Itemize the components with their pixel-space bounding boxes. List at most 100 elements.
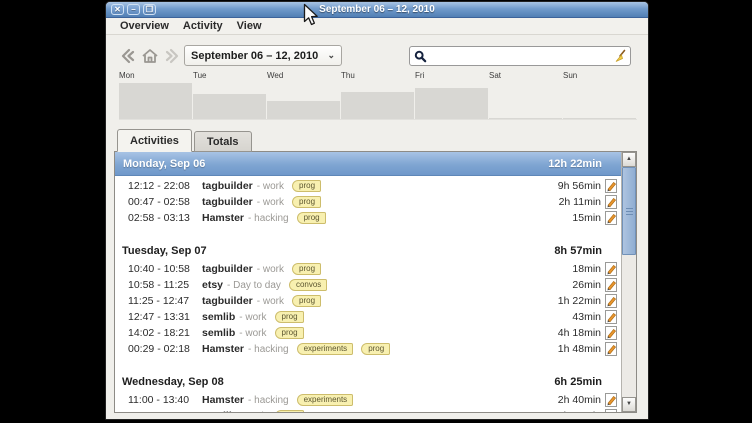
day-section: Tuesday, Sep 078h 57min10:40 - 10:58tagb… [115,237,621,357]
entry-time-range: 12:47 - 13:31 [128,311,202,323]
entry-duration: 18min [572,263,601,275]
tag-badge: prog [275,410,304,412]
menu-activity[interactable]: Activity [176,20,230,32]
entry-activity-name: tagbuilder [202,180,253,192]
chart-day-bar [563,118,636,119]
activity-list: Monday, Sep 0612h 22min12:12 - 22:08tagb… [115,152,621,412]
clear-search-icon[interactable] [613,49,626,63]
menu-overview[interactable]: Overview [113,20,176,32]
chart-day-bar [119,83,192,119]
home-icon[interactable] [141,47,159,65]
minimize-icon[interactable]: – [127,4,140,15]
chart-bar-area [193,83,267,120]
entry-category: - Day to day [227,280,281,291]
activity-row[interactable]: 11:00 - 13:40Hamster- hackingexperiments… [115,392,621,408]
chart-day-label: Mon [119,70,193,83]
toolbar: September 06 – 12, 2010 ⌄ [106,36,648,72]
entry-activity-name: etsy [202,279,223,291]
chevron-down-icon: ⌄ [327,50,335,61]
chart-bar-area [119,83,193,120]
activity-row[interactable]: 10:58 - 11:25etsy- Day to dayconvos26min [115,277,621,293]
chart-day-bar [193,94,266,119]
tag-badge: prog [292,196,321,208]
day-header[interactable]: Monday, Sep 0612h 22min [115,152,621,176]
close-icon[interactable]: ✕ [111,4,124,15]
titlebar[interactable]: September 06 – 12, 2010 ✕ – ❐ [106,2,648,18]
scrollbar[interactable]: ▲ ▼ [621,152,636,412]
activity-row[interactable]: 15:10 - 18:24semlib- workprog3h 13min [115,408,621,412]
scrollbar-thumb[interactable] [622,167,636,255]
edit-icon[interactable] [604,393,618,407]
activity-list-frame: Monday, Sep 0612h 22min12:12 - 22:08tagb… [114,151,637,413]
chart-day-column[interactable]: Tue [193,70,267,120]
back-icon[interactable] [119,47,137,65]
edit-icon[interactable] [604,326,618,340]
search-box [409,46,631,66]
entry-category: - work [239,328,266,339]
entry-activity-name: tagbuilder [202,196,253,208]
chart-day-column[interactable]: Mon [119,70,193,120]
tag-badge: experiments [297,394,354,406]
edit-icon[interactable] [604,262,618,276]
hamster-time-tracker-window: September 06 – 12, 2010 ✕ – ❐ Overview A… [105,1,649,420]
entry-category: - hacking [248,344,289,355]
chart-day-column[interactable]: Sat [489,70,563,120]
menu-view[interactable]: View [230,20,269,32]
entry-activity-name: tagbuilder [202,263,253,275]
search-icon [414,50,427,63]
search-input[interactable] [427,49,613,63]
tag-badge: prog [292,180,321,192]
day-total: 6h 25min [554,376,602,388]
edit-icon[interactable] [604,294,618,308]
entry-time-range: 14:02 - 18:21 [128,327,202,339]
activity-row[interactable]: 11:25 - 12:47tagbuilder- workprog1h 22mi… [115,293,621,309]
entry-time-range: 12:12 - 22:08 [128,180,202,192]
forward-icon[interactable] [163,47,181,65]
edit-icon[interactable] [604,195,618,209]
edit-icon[interactable] [604,310,618,324]
entry-category: - work [257,181,284,192]
tab-activities[interactable]: Activities [117,129,192,152]
chart-day-column[interactable]: Sun [563,70,637,120]
chart-day-bar [415,88,488,119]
date-range-dropdown[interactable]: September 06 – 12, 2010 ⌄ [184,45,342,66]
tag-badge: experiments [297,343,354,355]
maximize-icon[interactable]: ❐ [143,4,156,15]
edit-icon[interactable] [604,179,618,193]
activity-row[interactable]: 02:58 - 03:13Hamster- hackingprog15min [115,210,621,226]
entry-duration: 4h 18min [558,327,601,339]
chart-day-column[interactable]: Thu [341,70,415,120]
activity-row[interactable]: 14:02 - 18:21semlib- workprog4h 18min [115,325,621,341]
scrollbar-track[interactable] [622,167,636,397]
day-header[interactable]: Wednesday, Sep 086h 25min [115,368,621,390]
activity-row[interactable]: 00:47 - 02:58tagbuilder- workprog2h 11mi… [115,194,621,210]
tag-badge: prog [292,295,321,307]
entry-duration: 15min [572,212,601,224]
tab-totals[interactable]: Totals [194,131,252,152]
entry-time-range: 02:58 - 03:13 [128,212,202,224]
entry-activity-name: semlib [202,327,235,339]
tag-badge: prog [292,263,321,275]
scroll-down-icon[interactable]: ▼ [622,397,636,412]
edit-icon[interactable] [604,211,618,225]
activity-row[interactable]: 10:40 - 10:58tagbuilder- workprog18min [115,261,621,277]
scroll-up-icon[interactable]: ▲ [622,152,636,167]
activity-row[interactable]: 12:47 - 13:31semlib- workprog43min [115,309,621,325]
edit-icon[interactable] [604,278,618,292]
activity-row[interactable]: 00:29 - 02:18Hamster- hackingexperiments… [115,341,621,357]
chart-day-column[interactable]: Wed [267,70,341,120]
entry-duration: 1h 48min [558,343,601,355]
day-section: Monday, Sep 0612h 22min 12:12 - 22:08tagb… [115,152,621,226]
edit-icon[interactable] [604,409,618,412]
edit-icon[interactable] [604,342,618,356]
day-entries: 12:12 - 22:08tagbuilder- workprog9h 56mi… [115,176,621,226]
activity-row[interactable]: 12:12 - 22:08tagbuilder- workprog9h 56mi… [115,178,621,194]
entry-time-range: 11:25 - 12:47 [128,295,202,307]
tag-badge: convos [289,279,327,291]
day-entries: 10:40 - 10:58tagbuilder- workprog18min10… [115,259,621,357]
desktop-background: September 06 – 12, 2010 ✕ – ❐ Overview A… [0,0,752,423]
mouse-cursor [303,3,320,28]
chart-day-column[interactable]: Fri [415,70,489,120]
week-chart[interactable]: MonTueWedThuFriSatSun [119,70,637,120]
day-header[interactable]: Tuesday, Sep 078h 57min [115,237,621,259]
